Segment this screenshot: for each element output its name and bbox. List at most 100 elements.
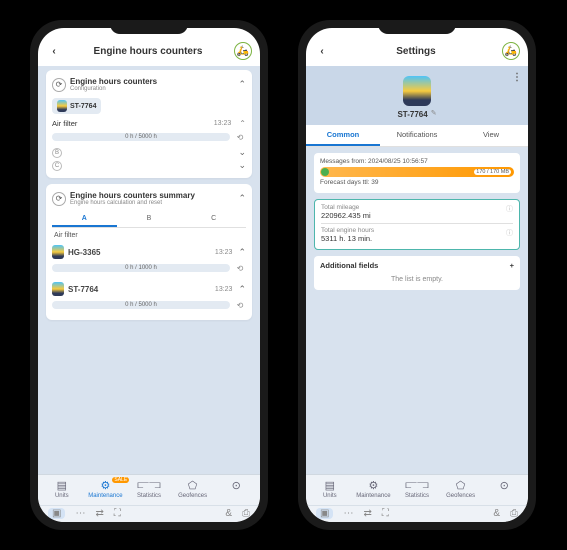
secondary-nav-item[interactable]: ▣ [48,508,65,519]
divider [321,223,513,224]
chevron-down-icon[interactable]: ⌄ [238,147,246,158]
nav-geofences[interactable]: ⬠Geofences [439,479,483,499]
additional-fields: Additional fields + The list is empty. [314,256,520,290]
secondary-nav: ▣ ⋯ ⇄ ⛶ & ⎙ [38,505,260,522]
unit-avatar [403,76,431,106]
nav-geofences[interactable]: ⬠Geofences [171,479,215,499]
progress-bar: 0 h / 1000 h [52,264,230,272]
tab-c[interactable]: C [181,212,246,227]
hours-value: 5311 h. 13 min. [321,234,513,243]
geofences-icon: ⬠ [456,479,466,492]
secondary-nav-item[interactable]: ▣ [316,508,333,519]
chevron-up-icon: ⌃ [238,247,246,258]
section-c-icon[interactable]: C [52,161,62,171]
mic-icon[interactable]: ⎙ [242,508,250,519]
chevron-down-icon[interactable]: ⌄ [238,160,246,171]
summary-icon: ⟳ [52,192,66,206]
settings-tabs: Common Notifications View [306,125,528,147]
secondary-nav-item[interactable]: ⇄ [95,508,103,519]
maintenance-icon: ⚙ [100,479,110,492]
chevron-up-icon: ⌃ [238,284,246,295]
card-header[interactable]: ⟳ Engine hours counters summary Engine h… [52,189,246,210]
forecast-label: Forecast days ttl: 39 [320,179,514,186]
info-icon[interactable]: ⓘ [506,228,513,238]
empty-text: The list is empty. [320,270,514,285]
back-icon[interactable]: ‹ [46,46,62,57]
scroll-content: ⟳ Engine hours counters Configuration ⌃ … [38,66,260,474]
tab-view[interactable]: View [454,125,528,146]
tab-notifications[interactable]: Notifications [380,125,454,146]
section-b-icon[interactable]: B [52,148,62,158]
edit-icon[interactable]: ✎ [431,109,437,117]
mileage-label: Total mileage [321,204,513,211]
refresh-icon[interactable]: ⟲ [234,131,246,143]
back-icon[interactable]: ‹ [314,46,330,57]
secondary-nav-item[interactable]: ⇄ [363,508,371,519]
metrics-box: ⓘ Total mileage 220962.435 mi ⓘ Total en… [314,199,520,250]
list-item[interactable]: ST-7764 13:23 ⌃ [52,278,246,297]
bottom-nav: ▤Units ⚙MaintenanceSALE ⫍⫎Statistics ⬠Ge… [38,474,260,505]
unit-badge[interactable]: ST-7764 [52,98,101,114]
statistics-icon: ⫍⫎ [405,479,428,492]
more-icon: ⊙ [500,479,509,492]
nav-maintenance[interactable]: ⚙Maintenance [352,479,396,499]
more-icon: ⊙ [232,479,241,492]
header-avatar-icon[interactable]: 🛵 [234,42,252,60]
secondary-nav-item[interactable]: ⋯ [75,508,85,519]
header-avatar-icon[interactable]: 🛵 [502,42,520,60]
list-item[interactable]: HG-3365 13:23 ⌃ [52,241,246,260]
tab-common[interactable]: Common [306,125,380,146]
info-icon[interactable]: ⓘ [506,204,513,214]
maintenance-item[interactable]: Air filter 13:23 ⌃ [52,116,246,129]
settings-content: Messages from: 2024/08/25 10:56:57 170 /… [306,147,528,474]
secondary-nav-item[interactable]: & [225,508,232,519]
progress-row: 0 h / 5000 h ⟲ [52,131,246,143]
phone-right: ‹ Settings 🛵 ⋮ ST-7764 ✎ Common Notifica… [298,20,536,530]
secondary-nav-item[interactable]: ⛶ [382,508,389,519]
counter-icon: ⟳ [52,78,66,92]
nav-more[interactable]: ⊙ [214,479,258,499]
secondary-nav-item[interactable]: & [493,508,500,519]
mic-icon[interactable]: ⎙ [510,508,518,519]
scooter-icon [57,100,67,112]
bottom-nav: ▤Units ⚙Maintenance ⫍⫎Statistics ⬠Geofen… [306,474,528,505]
hours-label: Total engine hours [321,227,513,234]
phone-left: ‹ Engine hours counters 🛵 ⟳ Engine hours… [30,20,268,530]
chevron-up-icon: ⌃ [239,119,246,128]
page-title: Settings [330,46,502,57]
chevron-up-icon[interactable]: ⌃ [238,79,246,90]
unit-name: ST-7764 [397,110,427,119]
scooter-icon [52,245,64,259]
units-icon: ▤ [325,479,335,492]
kebab-menu-icon[interactable]: ⋮ [512,72,522,83]
page-title: Engine hours counters [62,46,234,57]
mileage-value: 220962.435 mi [321,211,513,220]
maintenance-icon: ⚙ [368,479,378,492]
phone-notch [378,20,456,34]
summary-tabs: A B C [52,212,246,228]
refresh-icon[interactable]: ⟲ [234,262,246,274]
nav-units[interactable]: ▤Units [308,479,352,499]
nav-statistics[interactable]: ⫍⫎Statistics [127,479,171,499]
nav-maintenance[interactable]: ⚙MaintenanceSALE [84,479,128,499]
card-header[interactable]: ⟳ Engine hours counters Configuration ⌃ [52,75,246,96]
nav-statistics[interactable]: ⫍⫎Statistics [395,479,439,499]
nav-more[interactable]: ⊙ [482,479,526,499]
add-icon[interactable]: + [510,261,514,270]
progress-bar: 0 h / 5000 h [52,301,230,309]
chevron-up-icon[interactable]: ⌃ [238,193,246,204]
card-header-text: Engine hours counters Configuration [70,77,234,92]
geofences-icon: ⬠ [188,479,198,492]
scooter-icon [52,282,64,296]
secondary-nav-item[interactable]: ⛶ [114,508,121,519]
statistics-icon: ⫍⫎ [137,479,160,492]
unit-profile: ⋮ ST-7764 ✎ [306,66,528,125]
units-icon: ▤ [57,479,67,492]
tab-a[interactable]: A [52,212,117,227]
secondary-nav-item[interactable]: ⋯ [343,508,353,519]
phone-notch [110,20,188,34]
progress-bar: 0 h / 5000 h [52,133,230,141]
refresh-icon[interactable]: ⟲ [234,299,246,311]
tab-b[interactable]: B [117,212,182,227]
nav-units[interactable]: ▤Units [40,479,84,499]
